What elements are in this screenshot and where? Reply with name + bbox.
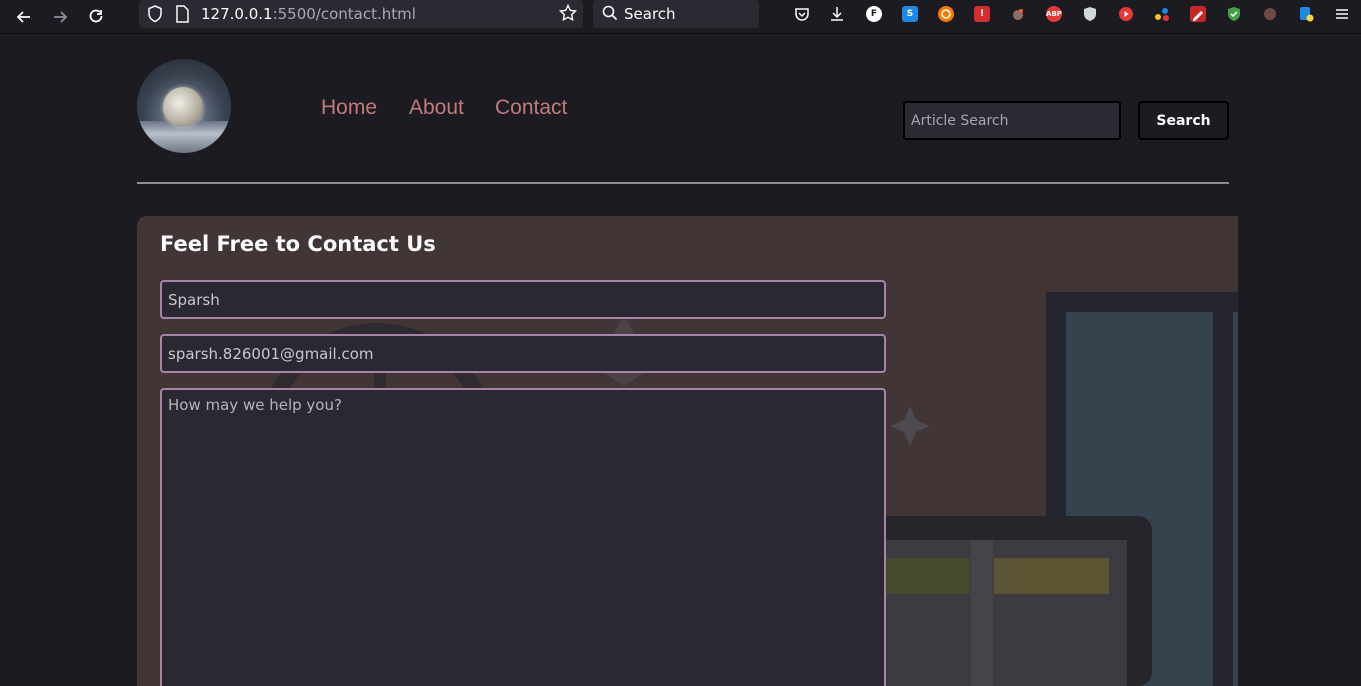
site-logo[interactable] [137, 59, 231, 153]
extension-f-icon[interactable]: F [866, 6, 882, 22]
extension-s-icon[interactable]: S [902, 6, 918, 22]
message-field[interactable] [160, 388, 886, 686]
contact-title: Feel Free to Contact Us [160, 232, 436, 256]
contact-card: Feel Free to Contact Us [137, 216, 1238, 686]
nav-link-about[interactable]: About [409, 96, 464, 120]
extension-blue-doc-icon[interactable] [1298, 6, 1314, 22]
pocket-icon[interactable] [794, 6, 810, 22]
extension-pencil-icon[interactable] [1190, 6, 1206, 22]
logo-bubble [163, 87, 203, 127]
browser-search-placeholder: Search [624, 5, 676, 23]
extension-brown-icon[interactable] [1262, 6, 1278, 22]
url-bar[interactable]: 127.0.0.1:5500/contact.html [139, 0, 583, 28]
download-icon[interactable] [829, 6, 845, 22]
reload-icon[interactable] [83, 4, 109, 30]
browser-search-bar[interactable]: Search [593, 0, 759, 28]
browser-toolbar: 127.0.0.1:5500/contact.html Search F S !… [0, 0, 1361, 34]
search-button[interactable]: Search [1138, 101, 1229, 140]
youtube-icon[interactable] [1118, 6, 1134, 22]
shield-icon[interactable] [147, 5, 163, 27]
extension-orange-circle-icon[interactable] [938, 6, 954, 22]
page-icon [175, 5, 189, 27]
url-host: 127.0.0.1 [201, 5, 273, 23]
forward-arrow-icon[interactable] [47, 4, 73, 30]
email-field[interactable] [160, 334, 886, 373]
header-divider [137, 182, 1229, 184]
url-text[interactable]: 127.0.0.1:5500/contact.html [201, 5, 416, 23]
extension-dots-icon[interactable] [1154, 6, 1170, 22]
back-arrow-icon[interactable] [11, 4, 37, 30]
url-path: :5500/contact.html [272, 5, 416, 23]
name-field[interactable] [160, 280, 886, 319]
article-search-input[interactable] [903, 101, 1121, 140]
search-icon [602, 5, 618, 25]
bookmark-star-icon[interactable] [558, 3, 578, 27]
extension-red-flag-icon[interactable]: ! [974, 6, 990, 22]
extension-green-shield-icon[interactable] [1226, 6, 1242, 22]
menu-icon[interactable] [1334, 6, 1350, 22]
adblock-icon[interactable]: ABP [1046, 6, 1062, 22]
nav-link-contact[interactable]: Contact [495, 96, 567, 120]
nav-link-home[interactable]: Home [321, 96, 377, 120]
extension-shield-icon[interactable] [1082, 6, 1098, 22]
extension-cookie-icon[interactable] [1010, 6, 1026, 22]
